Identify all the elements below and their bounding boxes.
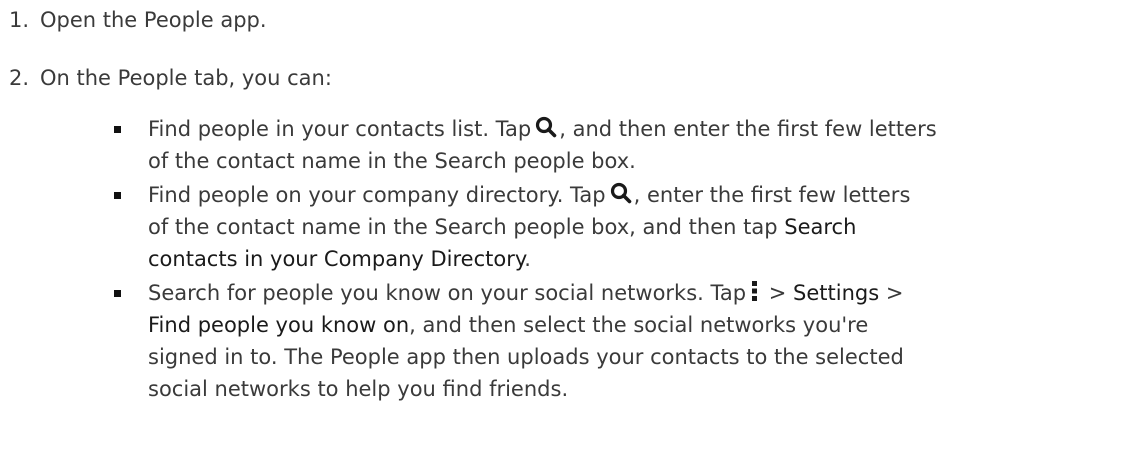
document-page: 1. Open the People app. 2. On the People… — [0, 0, 1122, 449]
search-icon — [610, 182, 632, 204]
bullet-text: signed in to. The People app then upload… — [148, 345, 904, 369]
bullet-marker — [114, 290, 121, 297]
step-number: 1. — [8, 8, 29, 32]
ui-term-settings: Settings — [793, 281, 880, 305]
option-list: Find people in your contacts list. Tap , … — [114, 113, 1114, 407]
step-text: Open the People app. — [40, 8, 267, 32]
separator: > — [768, 281, 787, 305]
bullet-marker — [114, 192, 121, 199]
bullet-text: of the contact name in the Search people… — [148, 215, 778, 239]
separator: > — [885, 281, 904, 305]
bullet-text: Find people in your contacts list. Tap — [148, 117, 532, 141]
ui-term-company-directory: contacts in your Company Directory — [148, 247, 525, 271]
step-number: 2. — [8, 66, 29, 90]
step-text: On the People tab, you can: — [40, 66, 332, 90]
list-item: Find people on your company directory. T… — [114, 179, 1114, 275]
ui-term-search: Search — [784, 215, 857, 239]
bullet-text: , and then select the social networks yo… — [409, 313, 869, 337]
ui-term-find-people: Find people you know on — [148, 313, 410, 337]
step-1: 1. Open the People app. — [0, 4, 267, 36]
bullet-text: , and then enter the first few letters — [559, 117, 937, 141]
bullet-text: . — [524, 247, 531, 271]
bullet-text: Search for people you know on your socia… — [148, 281, 747, 305]
bullet-text: of the contact name in the Search people… — [148, 149, 636, 173]
bullet-marker — [114, 126, 121, 133]
step-2: 2. On the People tab, you can: — [0, 62, 332, 94]
list-item: Find people in your contacts list. Tap , … — [114, 113, 1114, 177]
list-item: Search for people you know on your socia… — [114, 277, 1114, 405]
overflow-menu-icon — [750, 280, 760, 302]
bullet-text: Find people on your company directory. T… — [148, 183, 606, 207]
bullet-text: social networks to help you find friends… — [148, 377, 569, 401]
bullet-text: , enter the first few letters — [633, 183, 911, 207]
search-icon — [535, 116, 557, 138]
